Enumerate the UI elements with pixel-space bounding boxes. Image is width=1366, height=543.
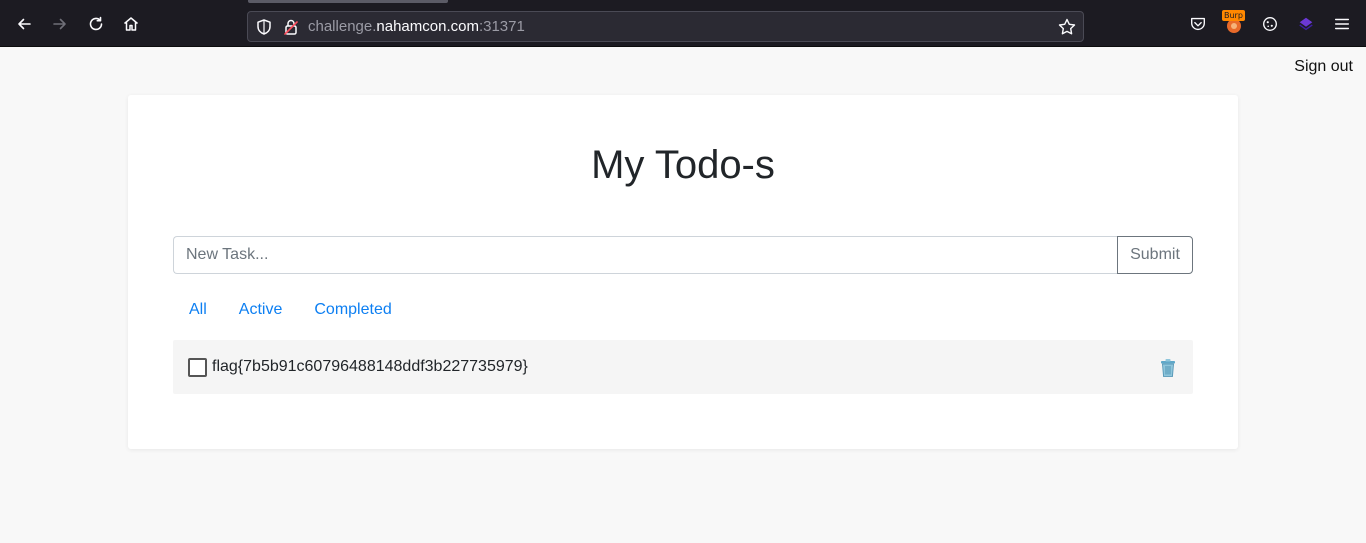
active-tab-indicator bbox=[248, 0, 448, 3]
home-button[interactable] bbox=[117, 10, 145, 38]
tracking-shield-icon[interactable] bbox=[254, 17, 274, 37]
layers-icon bbox=[1299, 17, 1313, 31]
url-prefix: challenge. bbox=[308, 18, 377, 35]
url-host: nahamcon.com bbox=[376, 18, 479, 35]
todo-card: My Todo-s Submit All Active Completed fl… bbox=[128, 95, 1238, 449]
arrow-right-icon bbox=[53, 18, 66, 30]
page-title: My Todo-s bbox=[591, 143, 775, 187]
filter-all[interactable]: All bbox=[173, 297, 223, 323]
hamburger-menu-icon bbox=[1334, 18, 1350, 30]
arrow-left-icon bbox=[18, 18, 31, 30]
todo-list-item: flag{7b5b91c60796488148ddf3b227735979} bbox=[173, 340, 1193, 394]
address-bar[interactable]: challenge.nahamcon.com:31371 bbox=[247, 11, 1084, 42]
filter-completed[interactable]: Completed bbox=[298, 297, 407, 323]
cookie-icon bbox=[1263, 17, 1277, 31]
home-icon bbox=[124, 17, 138, 31]
reload-button[interactable] bbox=[82, 10, 110, 38]
todo-checkbox[interactable] bbox=[188, 358, 207, 377]
url-port: :31371 bbox=[478, 18, 525, 35]
insecure-lock-icon[interactable] bbox=[281, 17, 301, 37]
pocket-button[interactable] bbox=[1184, 10, 1212, 38]
app-menu-button[interactable] bbox=[1328, 10, 1356, 38]
url-text[interactable]: challenge.nahamcon.com:31371 bbox=[308, 12, 525, 41]
todo-text: flag{7b5b91c60796488148ddf3b227735979} bbox=[212, 358, 528, 375]
forward-button[interactable] bbox=[46, 10, 74, 38]
browser-toolbar: challenge.nahamcon.com:31371 Burp bbox=[0, 0, 1366, 47]
burp-extension-button[interactable]: Burp bbox=[1220, 10, 1248, 38]
back-button[interactable] bbox=[10, 10, 38, 38]
submit-button[interactable]: Submit bbox=[1117, 236, 1193, 274]
bookmark-star-icon[interactable] bbox=[1057, 17, 1077, 37]
pocket-icon bbox=[1191, 17, 1205, 31]
wappalyzer-extension-button[interactable] bbox=[1292, 10, 1320, 38]
filter-active[interactable]: Active bbox=[223, 297, 299, 323]
reload-icon bbox=[89, 16, 103, 31]
cookie-extension-button[interactable] bbox=[1256, 10, 1284, 38]
sign-out-link[interactable]: Sign out bbox=[1294, 57, 1353, 77]
burp-badge: Burp bbox=[1222, 10, 1245, 21]
trash-icon[interactable] bbox=[1159, 358, 1177, 378]
new-task-input[interactable] bbox=[173, 236, 1118, 274]
filter-tabs: All Active Completed bbox=[173, 297, 408, 323]
